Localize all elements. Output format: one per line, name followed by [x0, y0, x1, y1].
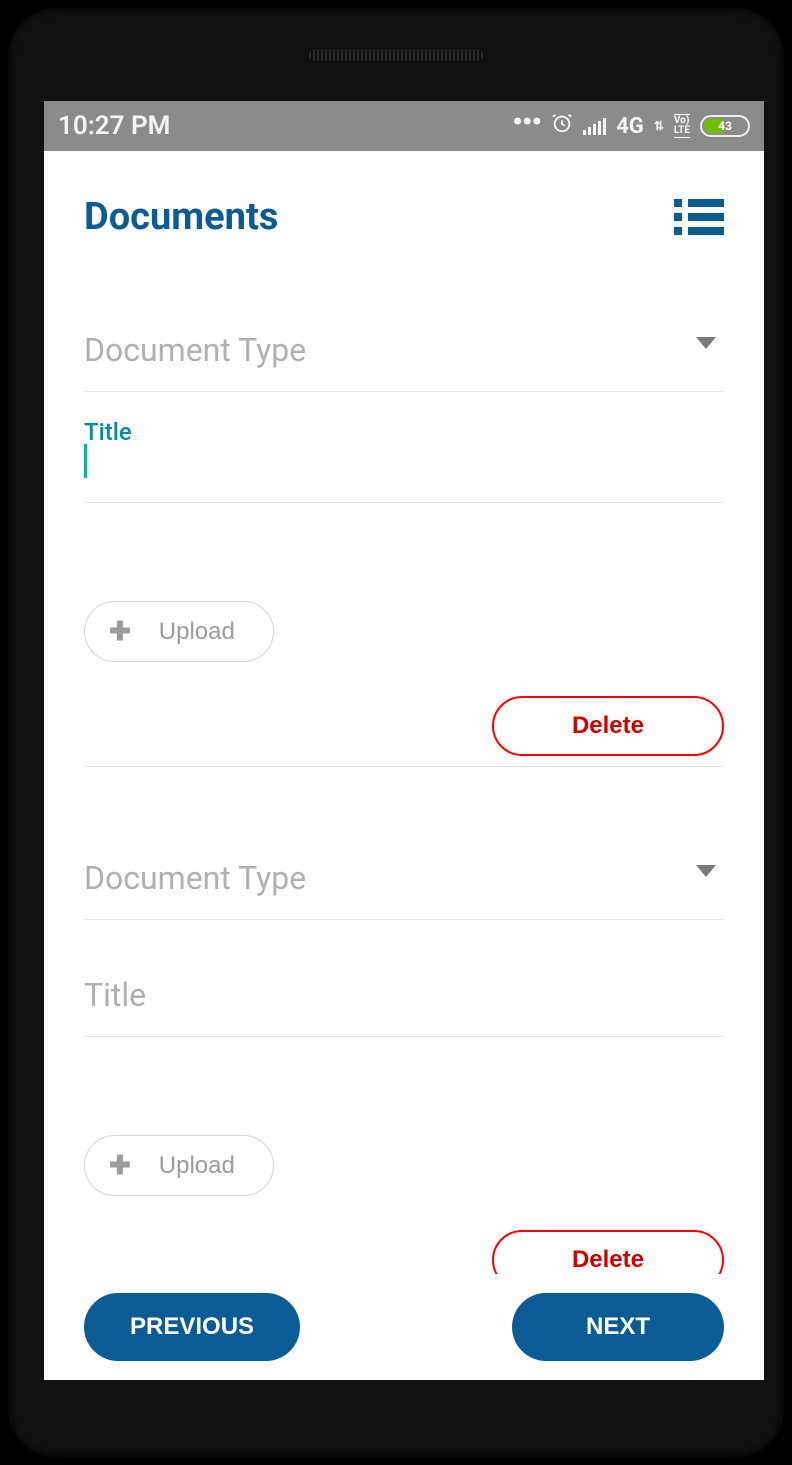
more-dots-icon: ••• — [512, 118, 541, 127]
data-arrows-icon: ⇅ — [654, 119, 664, 133]
volte-label: Vo)LTE — [674, 114, 690, 138]
upload-label: Upload — [159, 618, 235, 646]
status-icons: ••• 4G ⇅ Vo)LTE 43 — [512, 112, 750, 140]
upload-button[interactable]: ✚ Upload — [84, 601, 274, 662]
plus-icon: ✚ — [109, 1150, 131, 1181]
document-type-label: Document Type — [84, 331, 724, 369]
bottom-nav: PREVIOUS NEXT — [44, 1274, 764, 1380]
signal-icon — [583, 117, 606, 135]
title-input[interactable]: Title — [84, 976, 724, 1037]
upload-label: Upload — [159, 1152, 235, 1180]
document-type-select[interactable]: Document Type — [84, 859, 724, 920]
form-area: Document Type Title ✚ Upload Delete — [44, 239, 764, 1300]
title-label: Title — [84, 418, 724, 446]
status-bar: 10:27 PM ••• 4G ⇅ Vo)LTE 43 — [44, 101, 764, 151]
document-block: Document Type Title ✚ Upload Delete — [84, 767, 724, 1300]
list-view-icon[interactable] — [674, 199, 724, 235]
page-header: Documents — [44, 151, 764, 239]
plus-icon: ✚ — [109, 616, 131, 647]
title-label: Title — [84, 976, 724, 1014]
upload-button[interactable]: ✚ Upload — [84, 1135, 274, 1196]
status-time: 10:27 PM — [58, 111, 170, 141]
previous-button[interactable]: PREVIOUS — [84, 1293, 300, 1361]
battery-level: 43 — [702, 119, 748, 133]
network-label: 4G — [616, 114, 644, 139]
chevron-down-icon — [696, 865, 716, 877]
next-button[interactable]: NEXT — [512, 1293, 724, 1361]
document-type-label: Document Type — [84, 859, 724, 897]
title-input[interactable]: Title — [84, 418, 724, 503]
battery-icon: 43 — [700, 115, 750, 137]
document-type-select[interactable]: Document Type — [84, 331, 724, 392]
chevron-down-icon — [696, 337, 716, 349]
content: Documents Document Type Title — [44, 151, 764, 1380]
alarm-icon — [551, 112, 573, 140]
phone-frame: 10:27 PM ••• 4G ⇅ Vo)LTE 43 — [8, 8, 784, 1457]
delete-button[interactable]: Delete — [492, 696, 724, 756]
screen: 10:27 PM ••• 4G ⇅ Vo)LTE 43 — [44, 101, 764, 1380]
document-block: Document Type Title ✚ Upload Delete — [84, 239, 724, 767]
phone-speaker — [308, 48, 484, 62]
text-cursor — [84, 444, 87, 478]
page-title: Documents — [84, 195, 278, 239]
